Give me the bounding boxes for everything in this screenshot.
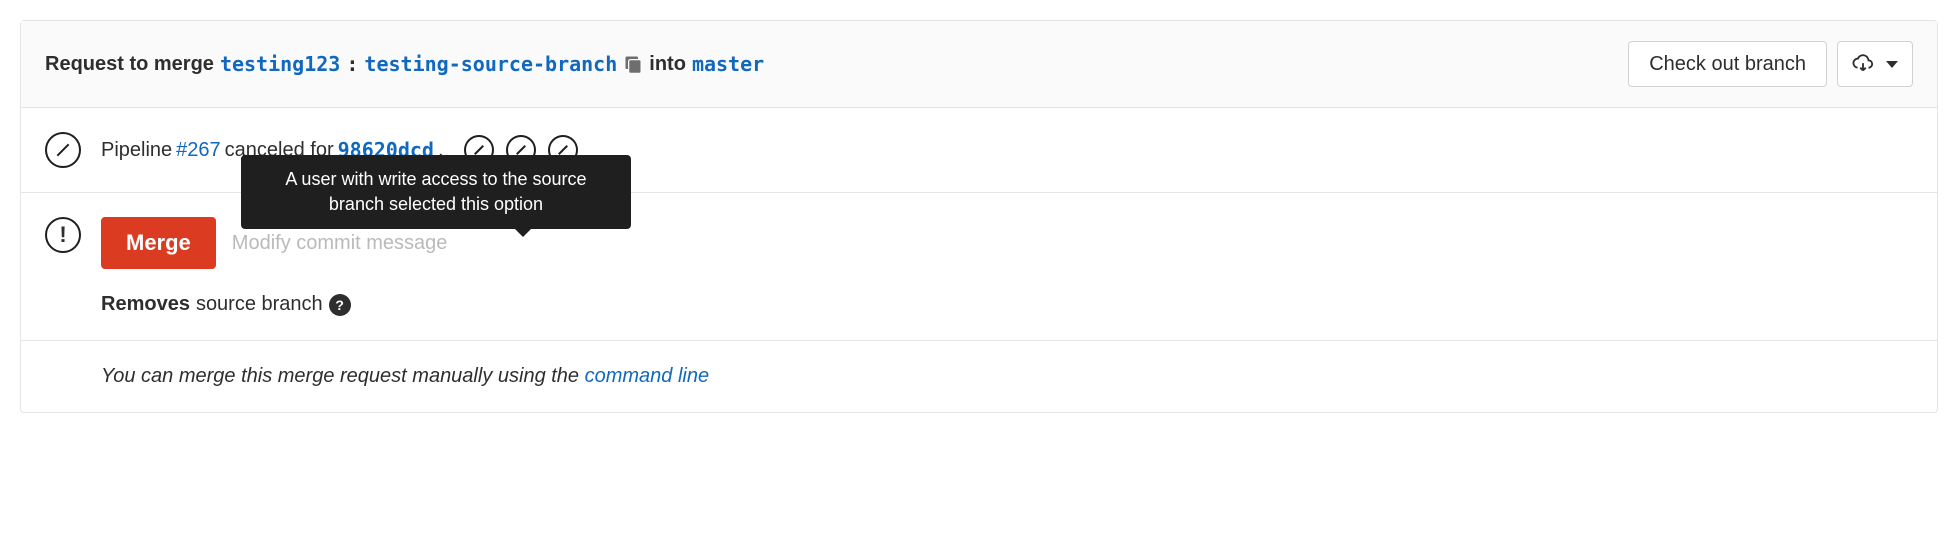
footer-text: You can merge this merge request manuall… (101, 365, 585, 387)
pipeline-label: Pipeline (101, 132, 172, 168)
modify-commit-message-link[interactable]: Modify commit message (232, 232, 448, 255)
source-namespace-link[interactable]: testing123 (220, 52, 340, 76)
branch-separator: : (346, 52, 358, 76)
help-icon[interactable]: ? (329, 294, 351, 316)
command-line-link[interactable]: command line (585, 365, 710, 387)
merge-section: ! Merge A user with write access to the … (21, 193, 1937, 341)
removes-label: Removes (101, 293, 190, 316)
source-branch-tooltip: A user with write access to the source b… (241, 155, 631, 229)
source-branch-text: source branch (196, 293, 323, 316)
mr-header: Request to merge testing123:testing-sour… (21, 21, 1937, 108)
request-to-merge-label: Request to merge (45, 53, 214, 76)
mr-source-target: Request to merge testing123:testing-sour… (45, 52, 764, 76)
warning-icon: ! (45, 217, 81, 253)
source-branch-link[interactable]: testing-source-branch (364, 52, 617, 76)
chevron-down-icon (1886, 61, 1898, 68)
manual-merge-footer: You can merge this merge request manuall… (21, 341, 1937, 412)
into-label: into (649, 53, 686, 76)
merge-request-widget: Request to merge testing123:testing-sour… (20, 20, 1938, 413)
cloud-download-icon (1852, 54, 1874, 74)
header-actions: Check out branch (1628, 41, 1913, 87)
merge-button[interactable]: Merge (101, 217, 216, 269)
merge-action-row: Merge A user with write access to the so… (101, 217, 1913, 269)
checkout-branch-button[interactable]: Check out branch (1628, 41, 1827, 87)
removes-source-branch-row: Removes source branch ? (101, 293, 1913, 316)
pipeline-canceled-icon (45, 132, 81, 168)
download-dropdown-button[interactable] (1837, 41, 1913, 87)
target-branch-link[interactable]: master (692, 52, 764, 76)
copy-branch-icon[interactable] (623, 54, 643, 74)
pipeline-number-link[interactable]: #267 (176, 132, 221, 168)
